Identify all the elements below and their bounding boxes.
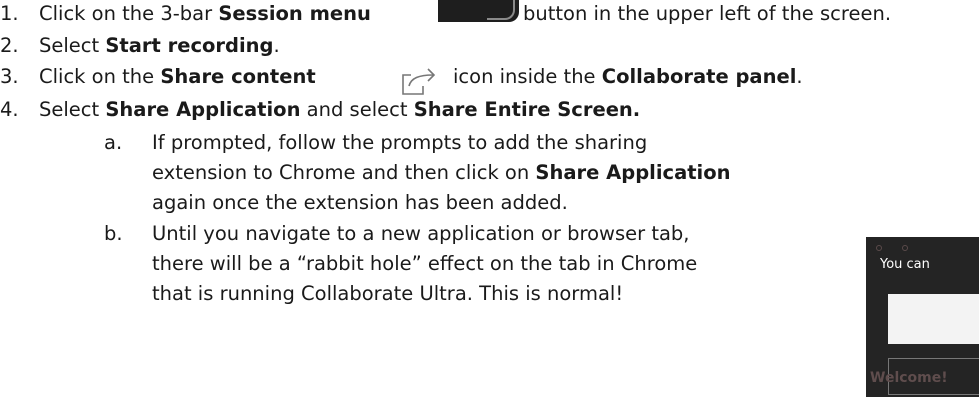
step-1-text-end: button in the upper left of the screen.	[523, 2, 892, 25]
start-recording-label: Start recording	[105, 34, 274, 57]
screenshot-thumbnail: You can Welcome!	[866, 237, 979, 397]
step-number: 1.	[0, 2, 19, 25]
share-application-label: Share Application	[105, 98, 301, 121]
step-1-text: Click on the 3-bar Session menu	[39, 2, 371, 25]
decorative-dot	[876, 245, 882, 251]
substep-b-line3: that is running Collaborate Ultra. This …	[152, 282, 624, 305]
substep-a-line1: If prompted, follow the prompts to add t…	[152, 131, 648, 154]
step-number: 2.	[0, 34, 19, 57]
step-2-text: Select Start recording.	[39, 34, 280, 57]
thumbnail-input-box	[888, 294, 979, 344]
decorative-dot	[902, 245, 908, 251]
step-number: 3.	[0, 65, 19, 88]
substep-b-letter: b.	[104, 222, 123, 245]
session-menu-label: Session menu	[218, 2, 371, 25]
step-1: 1.	[0, 2, 19, 26]
step-4-text: Select Share Application and select Shar…	[39, 98, 641, 121]
step-3-text: Click on the Share content	[39, 65, 316, 88]
substep-a-line3: again once the extension has been added.	[152, 191, 568, 214]
thumbnail-welcome-text: Welcome!	[870, 370, 948, 386]
step-3-text-end: icon inside the Collaborate panel.	[453, 65, 803, 88]
substep-a-line2: extension to Chrome and then click on Sh…	[152, 161, 731, 184]
substep-b-line1: Until you navigate to a new application …	[152, 222, 690, 245]
substep-a-letter: a.	[104, 131, 123, 154]
substep-b-line2: there will be a “rabbit hole” effect on …	[152, 252, 698, 275]
thumbnail-text: You can	[880, 257, 930, 272]
share-content-label: Share content	[160, 65, 316, 88]
step-4: 4.	[0, 98, 19, 122]
step-number: 4.	[0, 98, 19, 121]
session-menu-button-image	[438, 0, 519, 22]
share-application-label: Share Application	[535, 161, 731, 184]
step-2: 2.	[0, 34, 19, 58]
collaborate-panel-label: Collaborate panel	[601, 65, 797, 88]
step-3: 3.	[0, 65, 19, 89]
share-entire-screen-label: Share Entire Screen.	[413, 98, 641, 121]
share-content-icon	[402, 68, 436, 95]
